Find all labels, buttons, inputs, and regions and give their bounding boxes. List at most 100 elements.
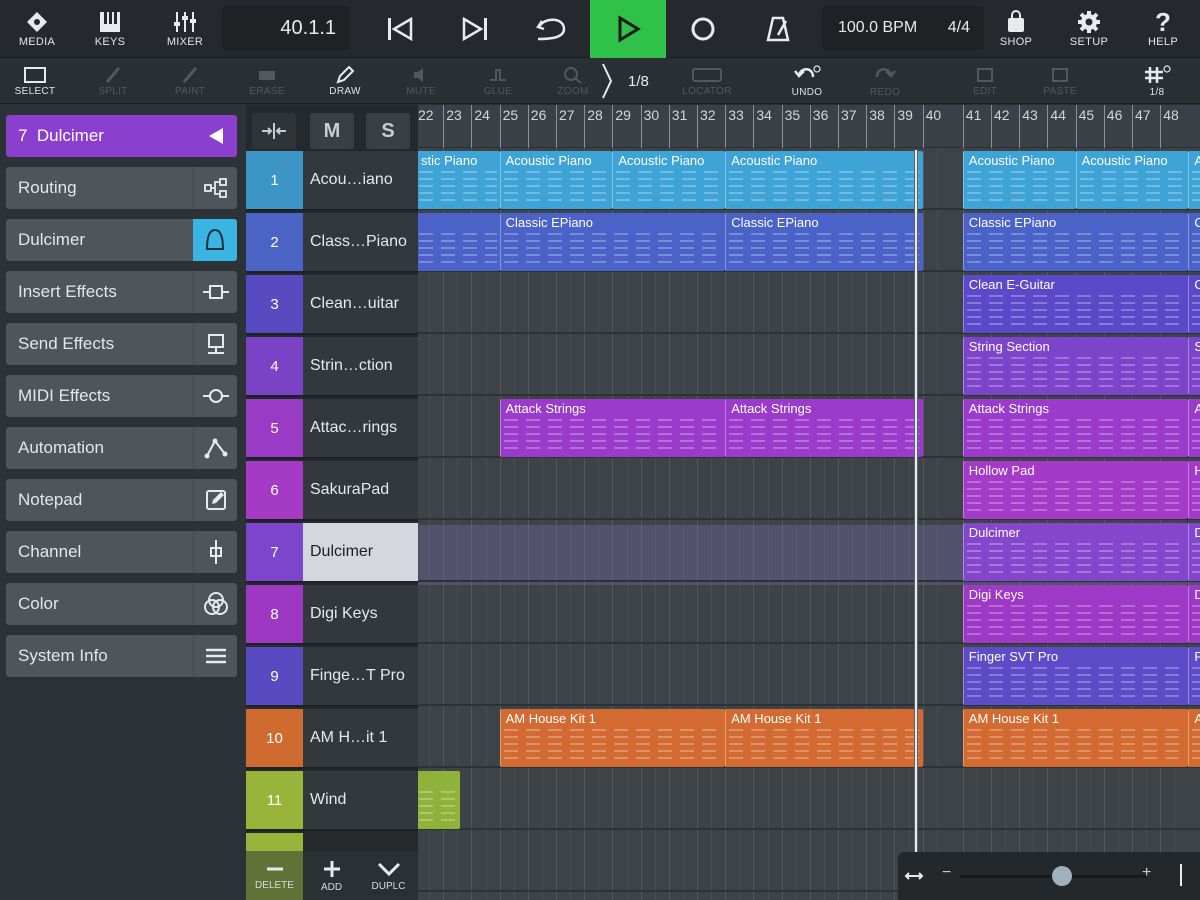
arrange-clip[interactable]: Attack Strings [499, 399, 726, 457]
edit-button[interactable]: EDIT [950, 58, 1020, 104]
track-lane[interactable] [418, 770, 1200, 830]
arrange-clip[interactable]: Dulcimer [962, 523, 1189, 581]
bar-ruler[interactable]: 22 23 24 25 26 27 28 29 30 31 32 33 34 35 36 37 38 39 40 41… [418, 105, 1200, 148]
quantize-selector[interactable]: 1/8 [600, 58, 670, 104]
arrange-clip[interactable]: Hollo [1188, 461, 1200, 519]
inspector-instrument[interactable]: Dulcimer [6, 219, 237, 261]
inspector-send-effects[interactable]: Send Effects [6, 323, 237, 365]
inspector-track-title[interactable]: 7 Dulcimer [6, 115, 237, 157]
media-button[interactable]: MEDIA [12, 0, 62, 58]
arrange-clip[interactable]: Acoustic Piano [612, 151, 726, 209]
grid-button[interactable]: 1/8 [1122, 58, 1192, 104]
arrange-clip[interactable]: AM House Kit 1 [725, 709, 923, 767]
cycle-button[interactable] [520, 0, 582, 58]
arrange-clip[interactable]: Classic EPiano [725, 213, 923, 271]
arrange-clip[interactable]: Acoustic Piano [499, 151, 613, 209]
arrange-clip[interactable]: Fing [1188, 647, 1200, 705]
arrange-clip[interactable]: Clea [1188, 275, 1200, 333]
arrange-clip[interactable]: Strin [1188, 337, 1200, 395]
record-button[interactable] [673, 0, 733, 58]
metronome-button[interactable] [748, 0, 808, 58]
arrange-clip[interactable]: Acoustic Piano [725, 151, 923, 209]
track-header[interactable]: 2 Class…Piano [246, 213, 418, 273]
track-header[interactable]: 10 AM H…it 1 [246, 709, 418, 769]
arrange-clip[interactable]: Classic EPiano [499, 213, 726, 271]
split-tool[interactable]: SPLIT [78, 58, 148, 104]
track-header[interactable]: 4 Strin…ction [246, 337, 418, 397]
tempo-display[interactable]: 100.0 BPM 4/4 [822, 6, 984, 50]
arrange-clip[interactable]: Dulc [1188, 523, 1200, 581]
duplicate-track-button[interactable]: DUPLC [360, 851, 417, 900]
fold-tracks-button[interactable] [252, 113, 296, 149]
shop-button[interactable]: SHOP [990, 0, 1042, 58]
erase-tool[interactable]: ERASE [232, 58, 302, 104]
zoom-out-icon[interactable]: − [942, 864, 951, 882]
keys-button[interactable]: KEYS [85, 0, 135, 58]
add-track-button[interactable]: ADD [303, 851, 360, 900]
track-header[interactable]: 9 Finge…T Pro [246, 647, 418, 707]
undo-button[interactable]: UNDO [772, 58, 842, 104]
zoom-bar-handle[interactable] [1180, 864, 1182, 886]
arrange-clip[interactable] [418, 771, 461, 829]
mute-all-button[interactable]: M [310, 113, 354, 149]
arrange-clip[interactable]: Aco [1188, 151, 1200, 209]
fit-width-icon[interactable] [904, 868, 924, 884]
track-header[interactable]: 6 SakuraPad [246, 461, 418, 521]
arrange-clip[interactable]: Finger SVT Pro [962, 647, 1189, 705]
inspector-channel[interactable]: Channel [6, 531, 237, 573]
arrange-clip[interactable]: Acoustic Piano [962, 151, 1076, 209]
inspector-notepad[interactable]: Notepad [6, 479, 237, 521]
arrange-clip[interactable]: AM House Kit 1 [499, 709, 726, 767]
arrange-clip[interactable]: Attack Strings [962, 399, 1189, 457]
arrange-clip[interactable]: Attack Strings [725, 399, 923, 457]
arrange-clip[interactable]: AM House Kit 1 [962, 709, 1189, 767]
arrange-clip[interactable]: Clean E-Guitar [962, 275, 1189, 333]
locator-tool[interactable]: LOCATOR [672, 58, 742, 104]
paste-button[interactable]: PASTE [1025, 58, 1095, 104]
zoom-in-icon[interactable]: + [1142, 864, 1151, 882]
track-header[interactable]: 7 Dulcimer [246, 523, 418, 583]
zoom-slider-knob[interactable] [1052, 866, 1073, 886]
inspector-routing[interactable]: Routing [6, 167, 237, 209]
paint-tool[interactable]: PAINT [155, 58, 225, 104]
inspector-automation[interactable]: Automation [6, 427, 237, 469]
help-button[interactable]: ? HELP [1138, 0, 1188, 58]
play-button[interactable] [590, 0, 666, 58]
track-header[interactable]: 1 Acou…iano [246, 151, 418, 211]
arrange-clip[interactable]: Clas [1188, 213, 1200, 271]
track-header[interactable]: 5 Attac…rings [246, 399, 418, 459]
glue-tool[interactable]: GLUE [463, 58, 533, 104]
inspector-system-info[interactable]: System Info [6, 635, 237, 677]
inspector-midi-effects[interactable]: MIDI Effects [6, 375, 237, 417]
mixer-button[interactable]: MIXER [160, 0, 210, 58]
arrange-clip[interactable]: Acoustic Piano [1075, 151, 1189, 209]
arrange-clip[interactable]: stic Piano [418, 151, 500, 209]
inspector-insert-effects[interactable]: Insert Effects [6, 271, 237, 313]
rewind-button[interactable] [370, 0, 430, 58]
track-header[interactable]: 8 Digi Keys [246, 585, 418, 645]
solo-all-button[interactable]: S [366, 113, 410, 149]
arrange-clip[interactable]: Digi Keys [962, 585, 1189, 643]
select-tool[interactable]: SELECT [0, 58, 70, 104]
track-header[interactable]: 11 Wind [246, 771, 418, 831]
arrange-clip[interactable] [418, 213, 500, 271]
draw-tool[interactable]: DRAW [310, 58, 380, 104]
arrange-clip[interactable]: AM [1188, 709, 1200, 767]
playhead-cursor[interactable] [914, 150, 918, 900]
arrange-clip[interactable]: String Section [962, 337, 1189, 395]
delete-track-button[interactable]: DELETE [246, 851, 303, 900]
arrange-clip[interactable]: Hollow Pad [962, 461, 1189, 519]
arrange-view[interactable]: 22 23 24 25 26 27 28 29 30 31 32 33 34 35 36 37 38 39 40 41… [418, 105, 1200, 900]
collapse-arrow-icon[interactable] [209, 128, 223, 144]
setup-button[interactable]: SETUP [1063, 0, 1115, 58]
arrange-clip[interactable]: Atta [1188, 399, 1200, 457]
mute-tool[interactable]: MUTE [386, 58, 456, 104]
zoom-tool[interactable]: ZOOM [538, 58, 608, 104]
inspector-color[interactable]: Color [6, 583, 237, 625]
forward-button[interactable] [445, 0, 505, 58]
arrange-clip[interactable]: Digi [1188, 585, 1200, 643]
arrange-clip[interactable]: Classic EPiano [962, 213, 1189, 271]
redo-button[interactable]: REDO [850, 58, 920, 104]
position-counter[interactable]: 40.1.1 [222, 6, 350, 50]
track-header[interactable]: 3 Clean…uitar [246, 275, 418, 335]
